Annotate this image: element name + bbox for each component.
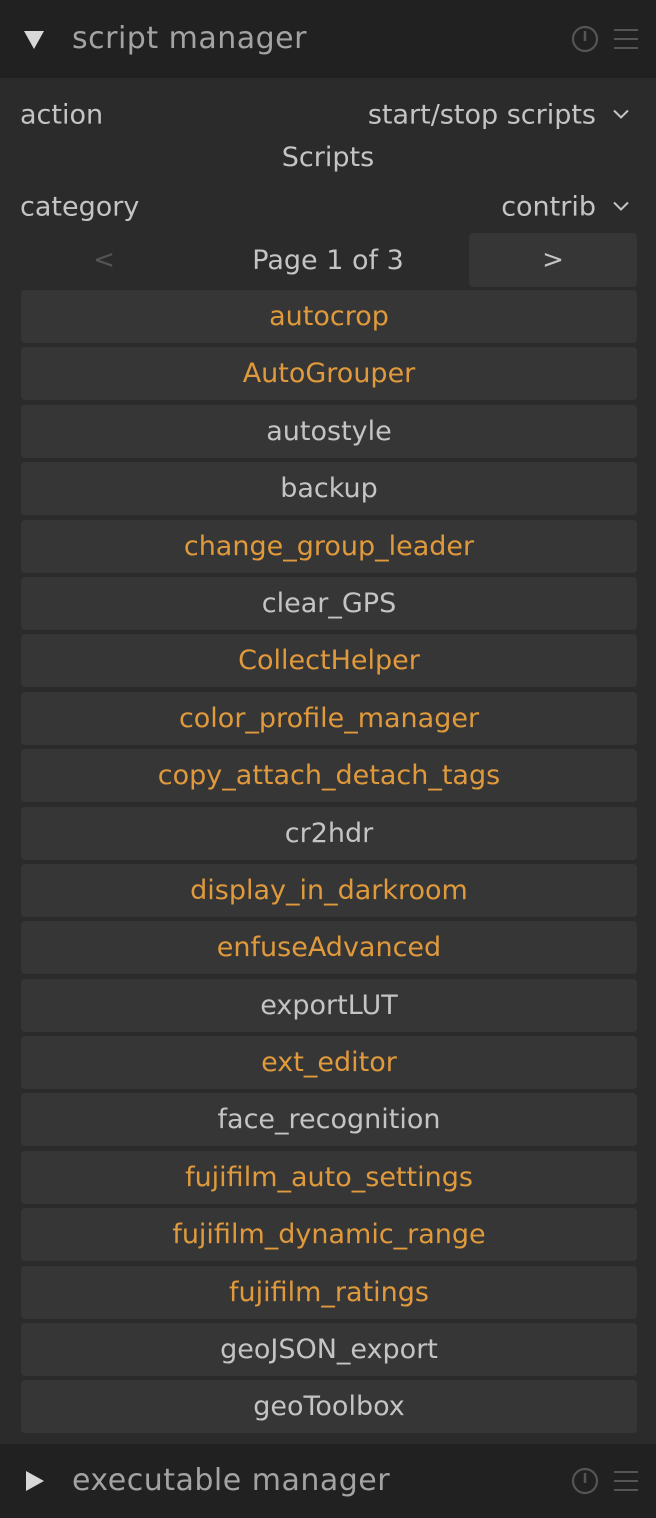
triangle-down-icon[interactable]: [20, 25, 48, 53]
script-button-change-group-leader[interactable]: change_group_leader: [21, 519, 637, 573]
script-button-geotoolbox[interactable]: geoToolbox: [21, 1380, 637, 1434]
triangle-right-icon[interactable]: [20, 1467, 48, 1495]
presets-menu-icon[interactable]: [612, 1467, 640, 1495]
script-button-cr2hdr[interactable]: cr2hdr: [21, 806, 637, 860]
action-value: start/stop scripts: [367, 99, 596, 131]
next-page-button[interactable]: >: [469, 233, 637, 287]
script-button-autostyle[interactable]: autostyle: [21, 404, 637, 458]
action-combobox[interactable]: action start/stop scripts: [20, 92, 636, 138]
script-button-backup[interactable]: backup: [21, 462, 637, 516]
script-button-clear-gps[interactable]: clear_GPS: [21, 576, 637, 630]
script-button-exportlut[interactable]: exportLUT: [21, 978, 637, 1032]
action-label: action: [20, 99, 104, 131]
script-button-color-profile-manager[interactable]: color_profile_manager: [21, 691, 637, 745]
category-combobox[interactable]: category contrib: [20, 184, 636, 230]
scripts-heading: Scripts: [281, 142, 375, 173]
script-button-fujifilm-ratings[interactable]: fujifilm_ratings: [21, 1265, 637, 1319]
script-list: autocrop AutoGrouper autostyle backup change…: [21, 290, 637, 1438]
page-indicator: Page 1 of 3: [252, 244, 404, 276]
category-label: category: [20, 191, 140, 223]
reset-icon[interactable]: [570, 24, 600, 54]
script-button-face-recognition[interactable]: face_recognition: [21, 1093, 637, 1147]
script-button-copy-attach-detach-tags[interactable]: copy_attach_detach_tags: [21, 749, 637, 803]
script-button-autocrop[interactable]: autocrop: [21, 290, 637, 343]
lighttable-right-panel: script manager action start/stop scripts: [0, 0, 656, 1518]
script-button-ext-editor[interactable]: ext_editor: [21, 1036, 637, 1090]
chevron-down-icon: [612, 198, 630, 217]
script-button-display-in-darkroom[interactable]: display_in_darkroom: [21, 863, 637, 917]
script-button-collecthelper[interactable]: CollectHelper: [21, 634, 637, 688]
presets-menu-icon[interactable]: [612, 25, 640, 53]
script-manager-header[interactable]: script manager: [0, 0, 656, 78]
script-button-fujifilm-auto-settings[interactable]: fujifilm_auto_settings: [21, 1150, 637, 1204]
executable-manager-header[interactable]: executable manager: [0, 1444, 656, 1518]
chevron-down-icon: [612, 106, 630, 125]
script-button-geojson-export[interactable]: geoJSON_export: [21, 1323, 637, 1377]
script-button-fujifilm-dynamic-range[interactable]: fujifilm_dynamic_range: [21, 1208, 637, 1262]
reset-icon[interactable]: [570, 1466, 600, 1496]
module-title: executable manager: [72, 1462, 391, 1498]
module-title: script manager: [72, 20, 307, 56]
script-button-autogrouper[interactable]: AutoGrouper: [21, 347, 637, 401]
prev-page-button[interactable]: <: [20, 233, 188, 287]
script-button-enfuseadvanced[interactable]: enfuseAdvanced: [21, 921, 637, 975]
page-navigator: < Page 1 of 3 >: [20, 233, 637, 287]
category-value: contrib: [501, 191, 596, 223]
